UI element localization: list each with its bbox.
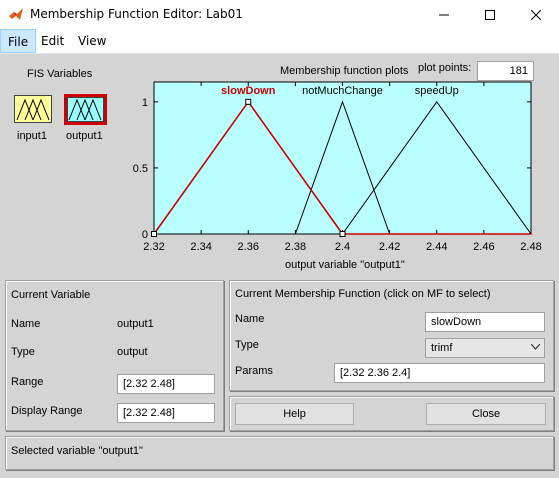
mf-name-input[interactable]: slowDown (425, 312, 545, 332)
x-tick-label: 2.38 (285, 241, 306, 253)
plot-xlabel: output variable "output1" (285, 259, 405, 271)
mf-vertex-handle[interactable] (151, 231, 157, 237)
status-text: Selected variable "output1" (11, 445, 143, 457)
maximize-icon (485, 9, 495, 20)
plot-area[interactable] (153, 81, 532, 235)
membership-function-plot[interactable]: 2.32 2.34 2.36 2.38 2.4 2.42 2.44 2.46 2.48 0 0.5 1… (0, 54, 559, 274)
x-tick-label: 2.44 (426, 241, 447, 253)
window-title: Membership Function Editor: Lab01 (30, 7, 243, 21)
x-tick-label: 2.48 (520, 241, 541, 253)
current-variable-heading: Current Variable (11, 289, 91, 301)
minimize-icon (439, 14, 449, 15)
range-input[interactable]: [2.32 2.48] (117, 374, 215, 394)
range-label: Range (11, 376, 44, 388)
variable-type-label: Type (11, 346, 35, 358)
display-range-input[interactable]: [2.32 2.48] (117, 403, 215, 423)
x-tick-label: 2.36 (238, 241, 259, 253)
mf-type-label: Type (235, 339, 259, 351)
close-window-button[interactable] (513, 0, 559, 29)
maximize-button[interactable] (467, 0, 513, 29)
mf-label-speedUp[interactable]: speedUp (415, 85, 459, 97)
menu-edit[interactable]: Edit (34, 29, 71, 53)
x-tick-label: 2.34 (190, 241, 211, 253)
close-icon (531, 9, 541, 20)
mf-type-value: trimf (431, 342, 453, 354)
x-tick-label: 2.32 (143, 241, 164, 253)
mf-params-label: Params (235, 365, 273, 377)
variable-type-value: output (117, 346, 148, 358)
mf-label-slowDown[interactable]: slowDown (221, 85, 276, 97)
display-range-label: Display Range (11, 405, 83, 417)
y-tick-label: 0.5 (133, 163, 148, 175)
minimize-button[interactable] (421, 0, 467, 29)
close-button[interactable]: Close (426, 403, 546, 425)
mf-name-label: Name (235, 313, 265, 325)
variable-name-value: output1 (117, 318, 154, 330)
mf-type-select[interactable]: trimf (425, 338, 545, 358)
variable-name-label: Name (11, 318, 41, 330)
current-mf-heading: Current Membership Function (click on MF… (235, 288, 491, 300)
y-tick-label: 0 (142, 229, 148, 241)
x-tick-label: 2.4 (335, 241, 350, 253)
mf-vertex-handle[interactable] (245, 98, 252, 105)
mf-label-notMuchChange[interactable]: notMuchChange (302, 85, 383, 97)
mf-vertex-handle[interactable] (339, 231, 346, 237)
y-tick-label: 1 (142, 97, 148, 109)
x-tick-label: 2.42 (379, 241, 400, 253)
mf-params-input[interactable]: [2.32 2.36 2.4] (334, 363, 545, 383)
help-button[interactable]: Help (235, 403, 354, 425)
chevron-down-icon (531, 344, 540, 350)
matlab-icon (9, 8, 23, 20)
x-tick-label: 2.46 (473, 241, 494, 253)
menu-view[interactable]: View (71, 29, 113, 53)
menu-file[interactable]: File (0, 29, 37, 53)
